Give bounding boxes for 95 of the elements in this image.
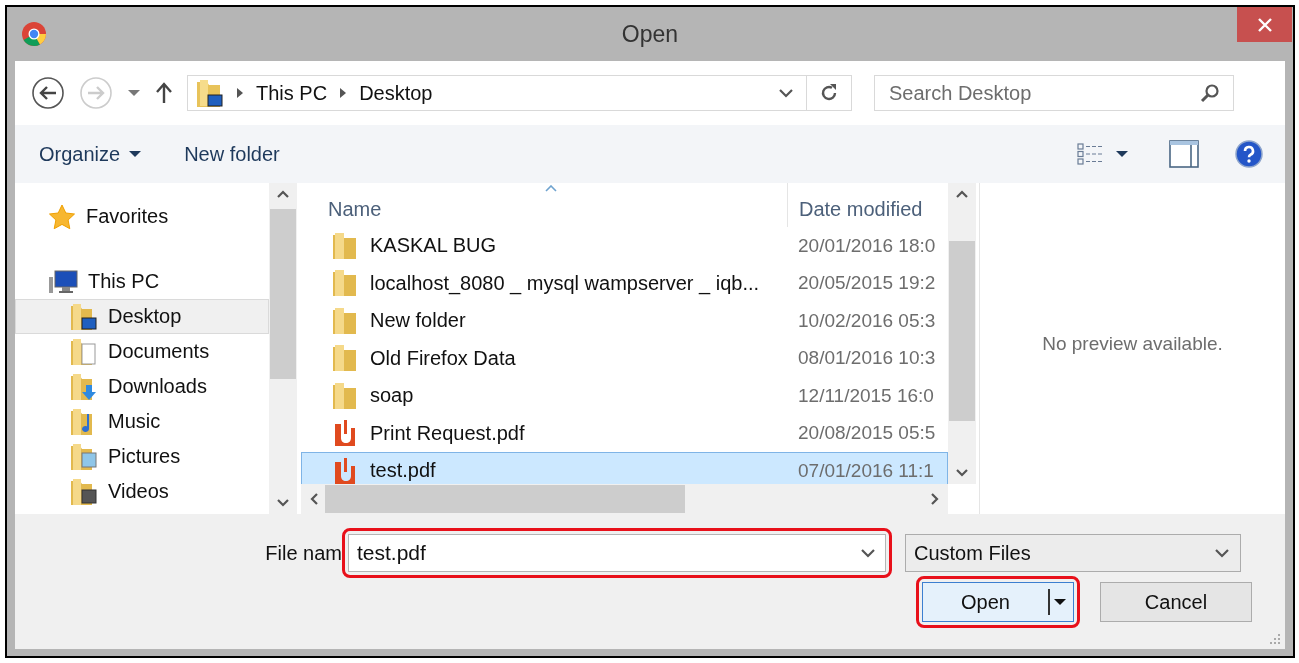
file-type-dropdown[interactable]: Custom Files xyxy=(905,534,1241,572)
refresh-icon xyxy=(819,83,839,103)
preview-message: No preview available. xyxy=(1042,332,1223,355)
downloads-folder-icon xyxy=(70,372,98,401)
window-title: Open xyxy=(620,20,680,48)
sidebar-label: Downloads xyxy=(108,375,207,398)
address-bar[interactable]: This PC Desktop xyxy=(187,75,852,111)
file-date: 07/01/2016 11:1 xyxy=(797,459,934,482)
sidebar-label: Favorites xyxy=(86,205,169,228)
sidebar-label: Desktop xyxy=(108,305,182,328)
folder-icon xyxy=(332,344,358,373)
scroll-left-icon[interactable] xyxy=(309,492,319,506)
scroll-up-icon[interactable] xyxy=(955,189,969,199)
chevron-down-icon[interactable] xyxy=(778,88,794,98)
file-name-field[interactable]: test.pdf xyxy=(348,534,886,572)
folder-icon xyxy=(332,231,358,260)
sidebar-item[interactable]: Documents xyxy=(15,334,269,369)
desktop-folder-icon xyxy=(70,302,98,331)
documents-folder-icon xyxy=(70,337,98,366)
computer-icon xyxy=(48,268,78,295)
sidebar-item[interactable]: This PC xyxy=(15,264,269,299)
scroll-down-icon[interactable] xyxy=(955,468,969,478)
file-row[interactable]: Print Request.pdf 20/08/2015 05:5 xyxy=(301,414,948,452)
chevron-down-icon xyxy=(1214,548,1230,558)
folder-icon xyxy=(332,269,358,298)
file-date: 12/11/2015 16:0 xyxy=(797,384,934,407)
file-row[interactable]: localhost_8080 _ mysql wampserver _ iqb... 20/05/2015 19:2 xyxy=(301,264,948,302)
sidebar-label: This PC xyxy=(88,270,160,293)
folder-icon xyxy=(332,381,358,410)
pictures-folder-icon xyxy=(70,442,98,471)
new-folder-button[interactable]: New folder xyxy=(182,138,282,170)
help-icon[interactable] xyxy=(1235,140,1263,168)
dropdown-caret-icon[interactable] xyxy=(127,89,141,97)
close-button[interactable] xyxy=(1237,7,1292,42)
folder-icon xyxy=(332,306,358,335)
caret-icon xyxy=(128,150,143,158)
chevron-icon xyxy=(236,87,244,99)
sidebar-label: Pictures xyxy=(108,445,181,468)
file-row[interactable]: New folder 10/02/2016 05:3 xyxy=(301,302,948,340)
file-name-label: File nam xyxy=(264,541,342,565)
breadcrumb-item[interactable]: This PC xyxy=(256,81,328,105)
file-name: localhost_8080 _ mysql wampserver _ iqb... xyxy=(370,271,760,295)
browser-logo-icon xyxy=(21,21,47,47)
sidebar-item[interactable]: Music xyxy=(15,404,269,439)
sidebar-item[interactable]: Desktop xyxy=(15,299,269,334)
file-name: Print Request.pdf xyxy=(370,421,525,445)
caret-icon xyxy=(1053,598,1067,606)
sidebar-label: Videos xyxy=(108,480,169,503)
sidebar-item[interactable]: Pictures xyxy=(15,439,269,474)
sidebar-item[interactable]: Downloads xyxy=(15,369,269,404)
up-arrow-icon[interactable] xyxy=(155,82,173,104)
close-icon xyxy=(1256,16,1273,33)
scroll-up-icon[interactable] xyxy=(276,189,290,199)
desktop-folder-icon xyxy=(196,78,224,108)
scroll-down-icon[interactable] xyxy=(276,498,290,508)
resize-grip-icon[interactable] xyxy=(1269,633,1281,645)
videos-folder-icon xyxy=(70,477,98,506)
file-date: 20/08/2015 05:5 xyxy=(797,422,936,445)
breadcrumb-item[interactable]: Desktop xyxy=(359,81,433,105)
organize-button[interactable]: Organize xyxy=(37,138,145,170)
scroll-right-icon[interactable] xyxy=(930,492,940,506)
file-date: 20/05/2015 19:2 xyxy=(797,272,936,295)
file-name: soap xyxy=(370,384,414,408)
view-options-icon[interactable] xyxy=(1077,143,1105,165)
cancel-button[interactable]: Cancel xyxy=(1100,582,1252,622)
horizontal-scrollbar[interactable] xyxy=(301,484,948,514)
file-date: 10/02/2016 05:3 xyxy=(797,309,936,332)
file-row[interactable]: KASKAL BUG 20/01/2016 18:0 xyxy=(301,227,948,265)
open-button[interactable]: Open xyxy=(922,582,1074,622)
chevron-icon xyxy=(339,87,348,99)
pdf-file-icon xyxy=(332,456,358,484)
file-row[interactable]: Old Firefox Data 08/01/2016 10:3 xyxy=(301,339,948,377)
sidebar-label: Music xyxy=(108,410,161,433)
sidebar-item[interactable]: Videos xyxy=(15,474,269,509)
chevron-down-icon[interactable] xyxy=(860,548,876,558)
preview-pane-icon[interactable] xyxy=(1169,140,1199,168)
file-name: Old Firefox Data xyxy=(370,346,516,370)
sidebar-item[interactable]: Favorites xyxy=(15,199,269,234)
scrollbar[interactable] xyxy=(948,183,976,484)
column-header[interactable]: Name xyxy=(301,183,787,227)
scrollbar[interactable] xyxy=(269,183,297,514)
search-icon xyxy=(1200,83,1220,103)
file-name: KASKAL BUG xyxy=(370,234,496,258)
file-name: New folder xyxy=(370,309,466,333)
star-icon xyxy=(48,203,76,230)
sidebar-label: Documents xyxy=(108,340,210,363)
file-row[interactable]: soap 12/11/2015 16:0 xyxy=(301,377,948,415)
file-name: test.pdf xyxy=(370,459,436,483)
file-row[interactable]: test.pdf 07/01/2016 11:1 xyxy=(301,452,948,484)
search-field[interactable]: Search Desktop xyxy=(874,75,1234,111)
file-date: 08/01/2016 10:3 xyxy=(797,347,936,370)
back-icon[interactable] xyxy=(31,76,65,110)
file-date: 20/01/2016 18:0 xyxy=(797,234,936,257)
caret-icon[interactable] xyxy=(1115,150,1129,158)
pdf-file-icon xyxy=(332,419,358,448)
